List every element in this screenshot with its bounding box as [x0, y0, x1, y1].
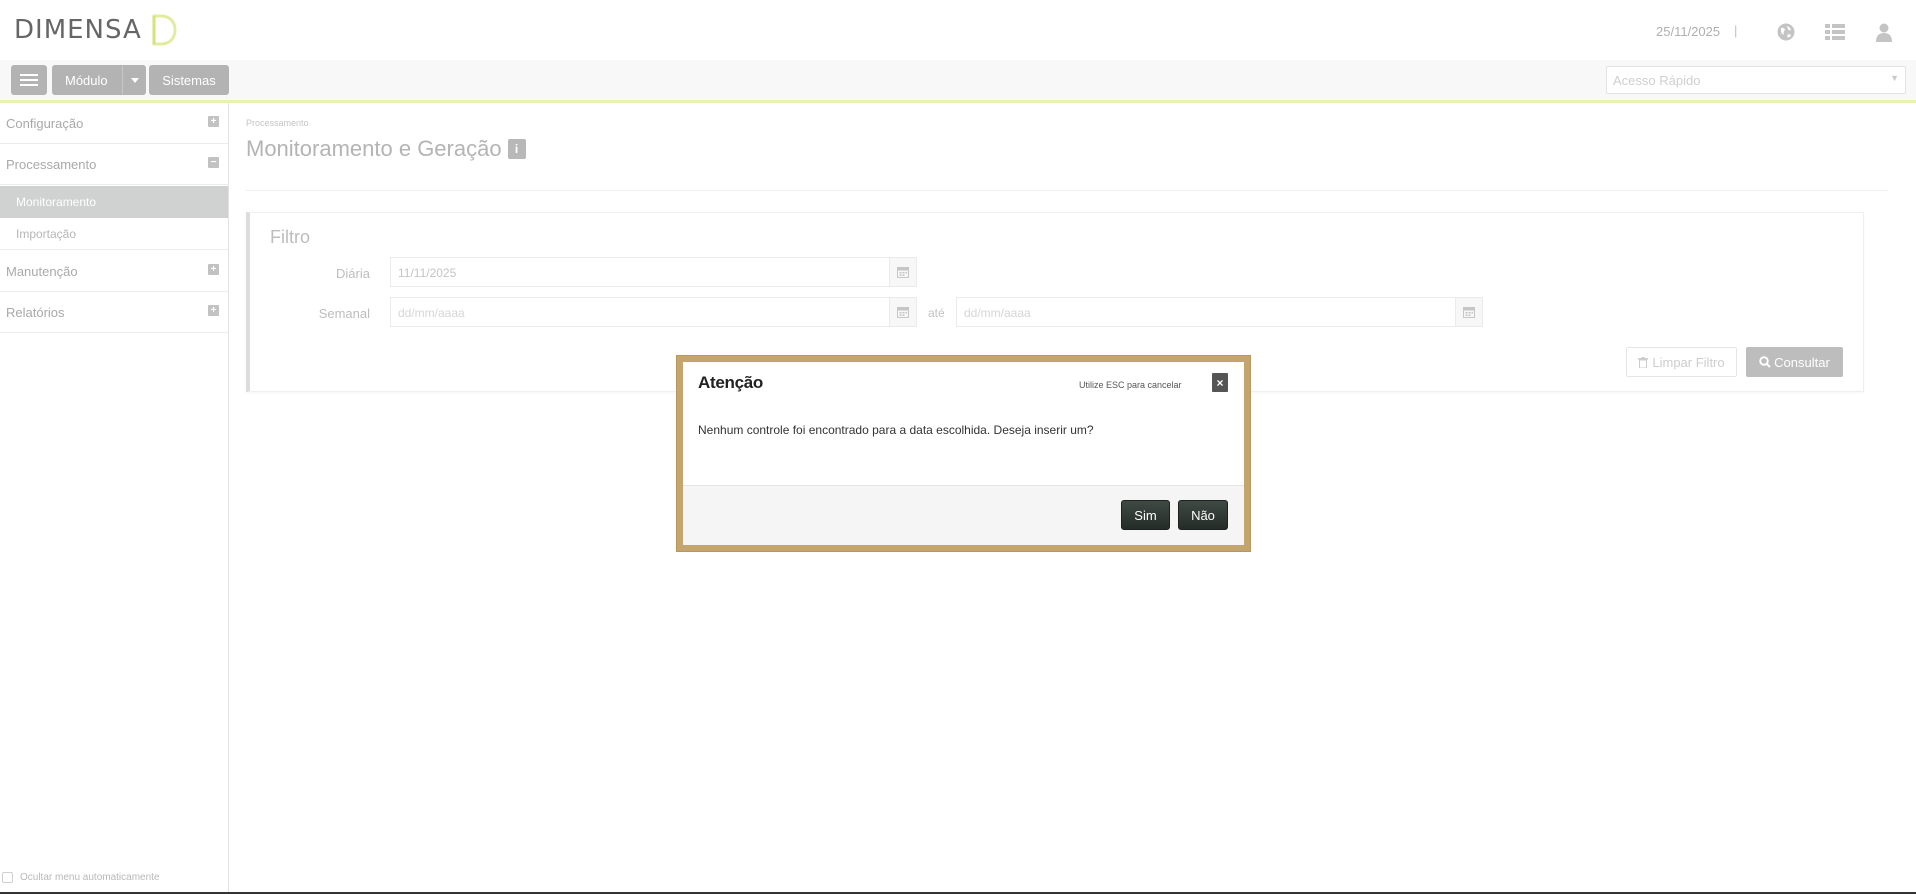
modulo-label: Módulo: [65, 72, 108, 88]
page-title-text: Monitoramento e Geração: [246, 136, 502, 161]
ate-label: até: [928, 306, 945, 320]
sidebar-item-configuracao[interactable]: Configuração +: [0, 103, 229, 144]
expand-icon[interactable]: +: [208, 264, 219, 275]
modulo-button[interactable]: Módulo: [52, 65, 146, 95]
calendar-icon: [1463, 307, 1475, 318]
sim-button[interactable]: Sim: [1121, 500, 1170, 530]
trash-icon: [1638, 356, 1649, 368]
collapse-icon[interactable]: −: [208, 157, 219, 168]
auto-hide-checkbox[interactable]: [2, 872, 13, 883]
sidebar-item-label: Relatórios: [6, 304, 65, 320]
logo-text: DIMENSA: [14, 15, 142, 45]
nao-button[interactable]: Não: [1178, 500, 1228, 530]
calendar-icon: [897, 267, 909, 278]
sidebar-subitem-label: Monitoramento: [16, 195, 97, 209]
expand-icon[interactable]: +: [208, 116, 219, 127]
semanal-start-calendar-button[interactable]: [889, 297, 917, 327]
breadcrumb[interactable]: Processamento: [246, 118, 309, 128]
app-header: DIMENSA 25/11/2025 |: [0, 0, 1916, 60]
diaria-date-input[interactable]: 11/11/2025: [390, 257, 890, 287]
sidebar-subitem-importacao[interactable]: Importação: [0, 218, 228, 250]
globe-icon[interactable]: [1776, 22, 1796, 42]
sidebar-item-label: Configuração: [6, 115, 84, 131]
page-title: Monitoramento e Geração i: [246, 136, 526, 162]
consultar-label: Consultar: [1774, 354, 1830, 370]
diaria-label: Diária: [336, 266, 370, 281]
auto-hide-label: Ocultar menu automaticamente: [20, 872, 160, 883]
dialog-esc-hint: Utilize ESC para cancelar: [1079, 380, 1182, 390]
calendar-icon: [897, 307, 909, 318]
semanal-end-input[interactable]: dd/mm/aaaa: [956, 297, 1456, 327]
sidebar-item-relatorios[interactable]: Relatórios +: [0, 292, 229, 333]
modulo-dropdown[interactable]: [122, 65, 146, 95]
logo-mark-icon: [152, 14, 177, 46]
menu-toggle-button[interactable]: [11, 65, 47, 95]
sistemas-button[interactable]: Sistemas: [149, 65, 229, 95]
hamburger-icon: [20, 74, 38, 86]
sidebar-item-label: Manutenção: [6, 263, 78, 279]
auto-hide-menu-option[interactable]: Ocultar menu automaticamente: [2, 872, 160, 883]
quick-access-placeholder: Acesso Rápido: [1613, 73, 1701, 88]
user-icon[interactable]: [1874, 22, 1894, 42]
limpar-filtro-button[interactable]: Limpar Filtro: [1626, 347, 1737, 377]
chevron-down-icon: ▼: [1890, 73, 1899, 83]
limpar-filtro-label: Limpar Filtro: [1652, 354, 1725, 370]
search-icon: [1759, 356, 1771, 368]
info-icon[interactable]: i: [507, 139, 526, 159]
header-date: 25/11/2025: [1656, 24, 1721, 39]
dialog-message: Nenhum controle foi encontrado para a da…: [698, 423, 1094, 437]
list-icon[interactable]: [1825, 22, 1845, 42]
semanal-start-input[interactable]: dd/mm/aaaa: [390, 297, 890, 327]
consultar-button[interactable]: Consultar: [1746, 347, 1843, 377]
sidebar-item-manutencao[interactable]: Manutenção +: [0, 251, 229, 292]
sidebar-subitem-monitoramento[interactable]: Monitoramento: [0, 186, 228, 218]
sidebar-item-processamento[interactable]: Processamento −: [0, 144, 229, 185]
dialog-title: Atenção: [698, 373, 763, 392]
caret-down-icon: [130, 77, 139, 83]
toolbar-accent-line: [0, 100, 1916, 103]
quick-access-select[interactable]: Acesso Rápido ▼: [1606, 66, 1906, 94]
close-icon[interactable]: ×: [1212, 373, 1228, 392]
semanal-end-calendar-button[interactable]: [1455, 297, 1483, 327]
sidebar-subitem-label: Importação: [16, 226, 77, 241]
sidebar: Configuração + Processamento − Monitoram…: [0, 103, 229, 894]
sidebar-item-label: Processamento: [6, 156, 97, 172]
diaria-calendar-button[interactable]: [889, 257, 917, 287]
semanal-label: Semanal: [318, 306, 370, 321]
title-divider: [246, 190, 1888, 191]
header-separator: |: [1734, 23, 1738, 38]
filter-title: Filtro: [270, 227, 310, 247]
expand-icon[interactable]: +: [208, 305, 219, 316]
dimensa-logo[interactable]: DIMENSA: [14, 12, 178, 48]
